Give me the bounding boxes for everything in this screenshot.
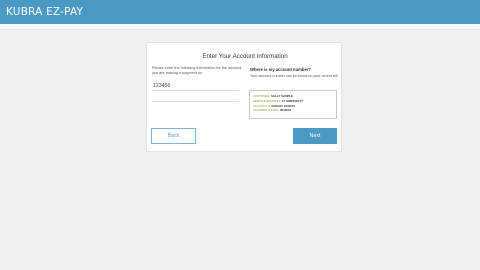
sample-row: STATEMENT DATE: 06/06/16 (253, 108, 333, 113)
help-title: Where is my account number? (250, 67, 311, 72)
sample-label: SERVICE ADDRESS: (253, 98, 282, 103)
sample-label: ACCOUNT #: (253, 103, 271, 108)
sample-value: SALLY SAMPLE (271, 94, 294, 98)
account-number-input[interactable] (152, 81, 239, 91)
sub-bar (0, 24, 480, 30)
top-bar: KUBRA EZ-PAY (0, 0, 480, 24)
account-info-card: Enter Your Account Information Please en… (146, 42, 342, 152)
sample-label: STATEMENT DATE: (253, 108, 280, 113)
kubra-logo: KUBRA EZ-PAY (6, 6, 84, 18)
sample-bill-box: CUSTOMER: SALLY SAMPLE SERVICE ADDRESS: … (249, 90, 337, 119)
sample-value: 12 HOBSON ST (281, 98, 304, 103)
help-text: Your account number can be found on your… (250, 74, 339, 78)
sample-value: XXXXXX XXXXXX (271, 103, 296, 108)
instructions-text: Please enter the following information f… (152, 66, 242, 75)
sample-label: CUSTOMER: (253, 94, 271, 98)
sample-value: 06/06/16 (279, 108, 292, 113)
secondary-input-line[interactable] (152, 101, 239, 102)
page-title: Enter Your Account Information (202, 53, 288, 60)
back-button[interactable]: Back (151, 128, 196, 144)
next-button[interactable]: Next (293, 128, 337, 144)
